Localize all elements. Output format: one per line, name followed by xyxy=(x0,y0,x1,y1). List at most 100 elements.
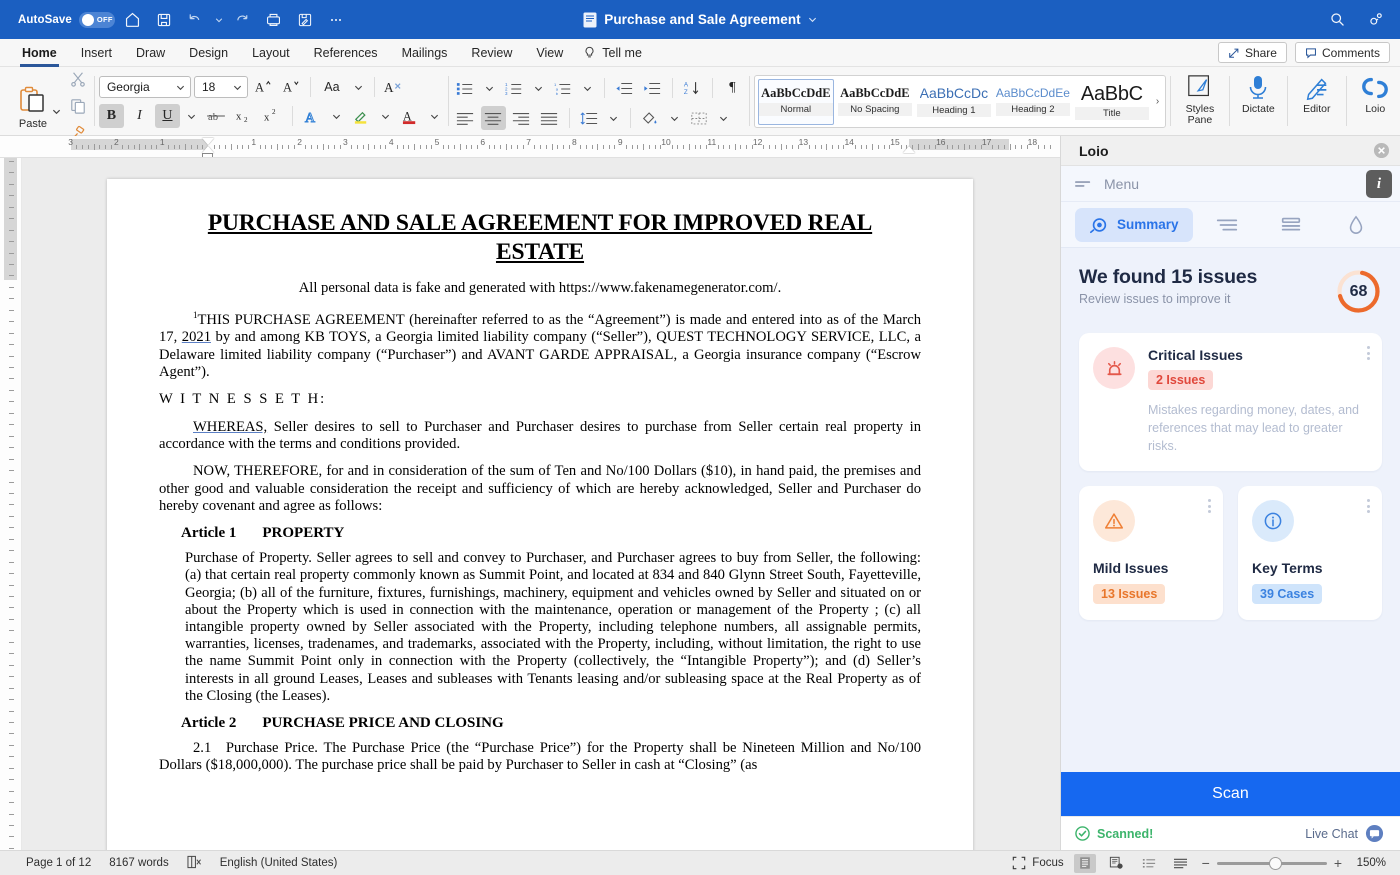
more-commands-icon[interactable] xyxy=(323,7,349,33)
change-case-caret-icon[interactable] xyxy=(350,75,368,99)
editor-button[interactable]: Editor xyxy=(1292,67,1342,115)
close-icon[interactable] xyxy=(1373,142,1390,159)
mild-issues-menu-icon[interactable] xyxy=(1208,499,1211,514)
critical-issues-card[interactable]: Critical Issues 2 Issues Mistakes regard… xyxy=(1079,333,1382,472)
comments-button[interactable]: Comments xyxy=(1294,42,1390,63)
tab-references[interactable]: References xyxy=(302,39,390,67)
highlight-caret-icon[interactable] xyxy=(377,104,395,128)
paste-button[interactable]: Paste xyxy=(10,82,56,130)
loio-menu-bar[interactable]: Menu i xyxy=(1061,166,1400,202)
style-heading-1[interactable]: AaBbCcDc Heading 1 xyxy=(915,78,992,125)
menu-icon[interactable] xyxy=(1075,179,1094,189)
bullet-list-button[interactable] xyxy=(453,76,478,100)
save-as-icon[interactable] xyxy=(292,7,318,33)
scan-button[interactable]: Scan xyxy=(1061,772,1400,816)
change-case-button[interactable]: Aa xyxy=(317,75,347,99)
proofing-icon[interactable] xyxy=(187,855,202,872)
tab-insert[interactable]: Insert xyxy=(69,39,124,67)
autosave-toggle[interactable]: OFF xyxy=(78,11,115,28)
sort-button[interactable]: AZ xyxy=(680,76,705,100)
key-terms-menu-icon[interactable] xyxy=(1367,499,1370,514)
style-heading-2[interactable]: AaBbCcDdEe Heading 2 xyxy=(994,78,1071,125)
bullet-list-caret-icon[interactable] xyxy=(481,76,499,100)
tab-home[interactable]: Home xyxy=(10,39,69,67)
align-left-button[interactable] xyxy=(453,106,478,130)
subscript-button[interactable]: x2 xyxy=(232,104,257,128)
hanging-indent-marker[interactable] xyxy=(202,146,214,153)
loio-addin-button[interactable]: Loio xyxy=(1351,67,1400,115)
share-button[interactable]: Share xyxy=(1217,42,1287,63)
key-terms-card[interactable]: Key Terms 39 Cases xyxy=(1238,486,1382,621)
text-effects-caret-icon[interactable] xyxy=(328,104,346,128)
numbered-list-caret-icon[interactable] xyxy=(530,76,548,100)
critical-issues-menu-icon[interactable] xyxy=(1367,346,1370,360)
superscript-button[interactable]: x2 xyxy=(260,104,285,128)
font-size-combo[interactable]: 18 xyxy=(193,76,248,98)
increase-indent-button[interactable] xyxy=(640,76,665,100)
strikethrough-button[interactable]: ab xyxy=(204,104,229,128)
zoom-knob[interactable] xyxy=(1268,856,1282,870)
focus-button[interactable]: Focus xyxy=(1012,856,1064,870)
tab-mailings[interactable]: Mailings xyxy=(390,39,460,67)
tell-me-box[interactable]: Tell me xyxy=(575,46,642,60)
zoom-slider[interactable]: − + xyxy=(1202,856,1342,870)
align-right-button[interactable] xyxy=(509,106,534,130)
shading-caret-icon[interactable] xyxy=(666,106,684,130)
font-color-button[interactable]: A xyxy=(398,104,423,128)
home-icon[interactable] xyxy=(120,7,146,33)
outline-view-button[interactable] xyxy=(1138,854,1160,873)
clear-formatting-button[interactable]: A xyxy=(381,75,406,99)
align-center-button[interactable] xyxy=(480,106,506,130)
zoom-track[interactable] xyxy=(1216,856,1327,870)
loio-tab-summary[interactable]: Summary xyxy=(1075,207,1193,242)
copy-button[interactable] xyxy=(65,94,90,118)
line-spacing-button[interactable] xyxy=(577,106,602,130)
right-indent-marker[interactable] xyxy=(902,146,915,153)
vertical-ruler[interactable] xyxy=(0,158,22,850)
grow-font-button[interactable]: A xyxy=(251,75,276,99)
justify-button[interactable] xyxy=(537,106,562,130)
loio-tab-outline[interactable] xyxy=(1197,208,1257,242)
show-formatting-button[interactable]: ¶ xyxy=(720,76,745,100)
font-name-combo[interactable]: Georgia xyxy=(98,76,191,98)
loio-tab-paragraph[interactable] xyxy=(1261,208,1321,242)
zoom-out-button[interactable]: − xyxy=(1202,856,1210,870)
undo-icon[interactable] xyxy=(182,7,208,33)
borders-caret-icon[interactable] xyxy=(715,106,733,130)
document-canvas[interactable]: PURCHASE AND SALE AGREEMENT FOR IMPROVED… xyxy=(22,158,1060,850)
first-line-indent-marker[interactable] xyxy=(202,138,214,145)
live-chat-button[interactable]: Live Chat xyxy=(1305,824,1384,843)
style-normal[interactable]: AaBbCcDdE Normal xyxy=(757,78,834,125)
underline-button[interactable]: U xyxy=(154,104,180,128)
dictate-button[interactable]: Dictate xyxy=(1234,67,1284,115)
underline-caret-icon[interactable] xyxy=(183,104,201,128)
shrink-font-button[interactable]: A xyxy=(279,75,304,99)
styles-pane-button[interactable]: Styles Pane xyxy=(1175,67,1225,126)
style-no-spacing[interactable]: AaBbCcDdE No Spacing xyxy=(836,78,913,125)
numbered-list-button[interactable]: 123 xyxy=(502,76,527,100)
undo-dropdown-caret-icon[interactable] xyxy=(213,7,225,33)
cut-button[interactable] xyxy=(65,67,90,91)
draft-view-button[interactable] xyxy=(1170,854,1192,873)
decrease-indent-button[interactable] xyxy=(612,76,637,100)
tab-design[interactable]: Design xyxy=(177,39,240,67)
bold-button[interactable]: B xyxy=(98,104,124,128)
web-layout-view-button[interactable] xyxy=(1106,854,1128,873)
search-icon[interactable] xyxy=(1324,7,1350,33)
shading-button[interactable] xyxy=(638,106,663,130)
style-title[interactable]: AaBbC Title xyxy=(1073,78,1150,125)
text-effects-button[interactable]: A xyxy=(300,104,325,128)
language-indicator[interactable]: English (United States) xyxy=(220,857,338,869)
italic-button[interactable]: I xyxy=(127,104,152,128)
tab-view[interactable]: View xyxy=(524,39,575,67)
save-icon[interactable] xyxy=(151,7,177,33)
document-page[interactable]: PURCHASE AND SALE AGREEMENT FOR IMPROVED… xyxy=(107,179,973,850)
mild-issues-card[interactable]: Mild Issues 13 Issues xyxy=(1079,486,1223,621)
tab-layout[interactable]: Layout xyxy=(240,39,302,67)
borders-button[interactable] xyxy=(687,106,712,130)
zoom-percent[interactable]: 150% xyxy=(1352,857,1386,869)
tab-draw[interactable]: Draw xyxy=(124,39,177,67)
loio-tab-drop[interactable] xyxy=(1326,208,1386,242)
page-indicator[interactable]: Page 1 of 12 xyxy=(26,857,91,869)
info-button[interactable]: i xyxy=(1366,170,1392,198)
